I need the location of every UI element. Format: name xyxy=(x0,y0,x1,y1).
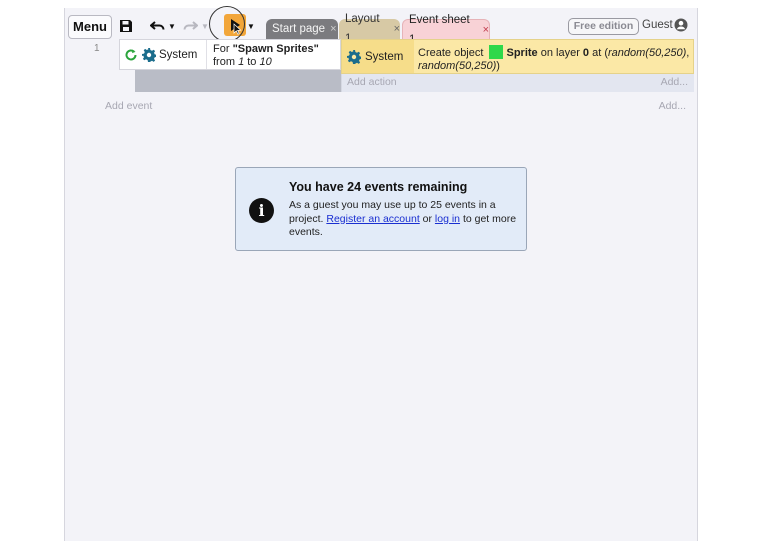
gear-icon xyxy=(142,48,156,62)
at-word: at ( xyxy=(589,47,608,59)
comma: , xyxy=(686,47,690,59)
action-text[interactable]: Create object Sprite on layer 0 at (rand… xyxy=(418,45,692,73)
window-top-strip xyxy=(64,0,698,8)
action-create-word: Create object xyxy=(418,47,487,59)
action-object-label: System xyxy=(365,51,404,63)
toolbar: Menu ▼ ▼ ▼ Start page × Layout 1 × Event… xyxy=(65,6,699,46)
menu-button[interactable]: Menu xyxy=(68,15,112,39)
from-word: from xyxy=(213,56,239,68)
add-event-link[interactable]: Add event xyxy=(105,100,152,112)
register-link[interactable]: Register an account xyxy=(326,213,419,225)
undo-dropdown-icon[interactable]: ▼ xyxy=(168,16,176,36)
info-icon: i xyxy=(249,198,274,223)
condition-prefix: For xyxy=(213,43,233,55)
tab-event-sheet-1[interactable]: Event sheet 1 × xyxy=(402,14,490,46)
redo-dropdown-icon[interactable]: ▼ xyxy=(201,16,209,36)
condition-drop-area[interactable] xyxy=(135,70,341,92)
events-remaining-notice: i You have 24 events remaining As a gues… xyxy=(235,167,527,251)
close-paren: ) xyxy=(496,60,500,72)
close-icon[interactable]: × xyxy=(330,19,336,39)
construct-editor: Menu ▼ ▼ ▼ Start page × Layout 1 × Event… xyxy=(64,6,699,541)
add-action-link[interactable]: Add action xyxy=(347,76,397,88)
event-condition[interactable]: System For "Spawn Sprites" from 1 to 10 xyxy=(119,39,341,70)
tab-start-page[interactable]: Start page × xyxy=(266,19,338,39)
user-account-icon[interactable] xyxy=(674,18,688,32)
sprite-name: Sprite xyxy=(506,47,538,59)
close-icon[interactable]: × xyxy=(394,19,400,39)
tab-label: Start page xyxy=(272,23,326,35)
preview-dropdown-icon[interactable]: ▼ xyxy=(247,16,255,36)
event-action[interactable]: System Create object Sprite on layer 0 a… xyxy=(341,39,694,74)
loop-icon xyxy=(125,49,137,61)
event-row-number: 1 xyxy=(94,43,100,54)
add-more-link[interactable]: Add... xyxy=(661,76,688,88)
divider xyxy=(206,40,207,69)
undo-icon[interactable] xyxy=(149,16,167,36)
x-expression: random(50,250) xyxy=(608,47,687,59)
save-icon[interactable] xyxy=(118,16,134,36)
guest-label[interactable]: Guest xyxy=(642,19,673,31)
gear-icon xyxy=(347,50,361,64)
notice-title: You have 24 events remaining xyxy=(289,180,468,194)
to-value: 10 xyxy=(259,56,272,68)
add-event-more-link[interactable]: Add... xyxy=(659,100,686,112)
tab-layout-1[interactable]: Layout 1 × xyxy=(339,13,400,45)
redo-icon[interactable] xyxy=(181,16,199,36)
loop-name: "Spawn Sprites" xyxy=(232,43,319,55)
on-layer-word: on layer xyxy=(537,47,583,59)
close-icon[interactable]: × xyxy=(483,20,489,40)
highlight-circle xyxy=(209,6,245,42)
condition-object-label: System xyxy=(159,49,198,61)
login-link[interactable]: log in xyxy=(435,213,460,225)
sprite-icon xyxy=(489,45,504,59)
to-word: to xyxy=(244,56,260,68)
condition-text[interactable]: For "Spawn Sprites" from 1 to 10 xyxy=(213,43,319,69)
y-expression: random(50,250) xyxy=(418,60,497,72)
free-edition-badge[interactable]: Free edition xyxy=(568,18,639,35)
add-action-row[interactable]: Add action Add... xyxy=(341,74,694,92)
notice-or: or xyxy=(419,212,435,225)
notice-body: As a guest you may use up to 25 events i… xyxy=(289,199,519,240)
